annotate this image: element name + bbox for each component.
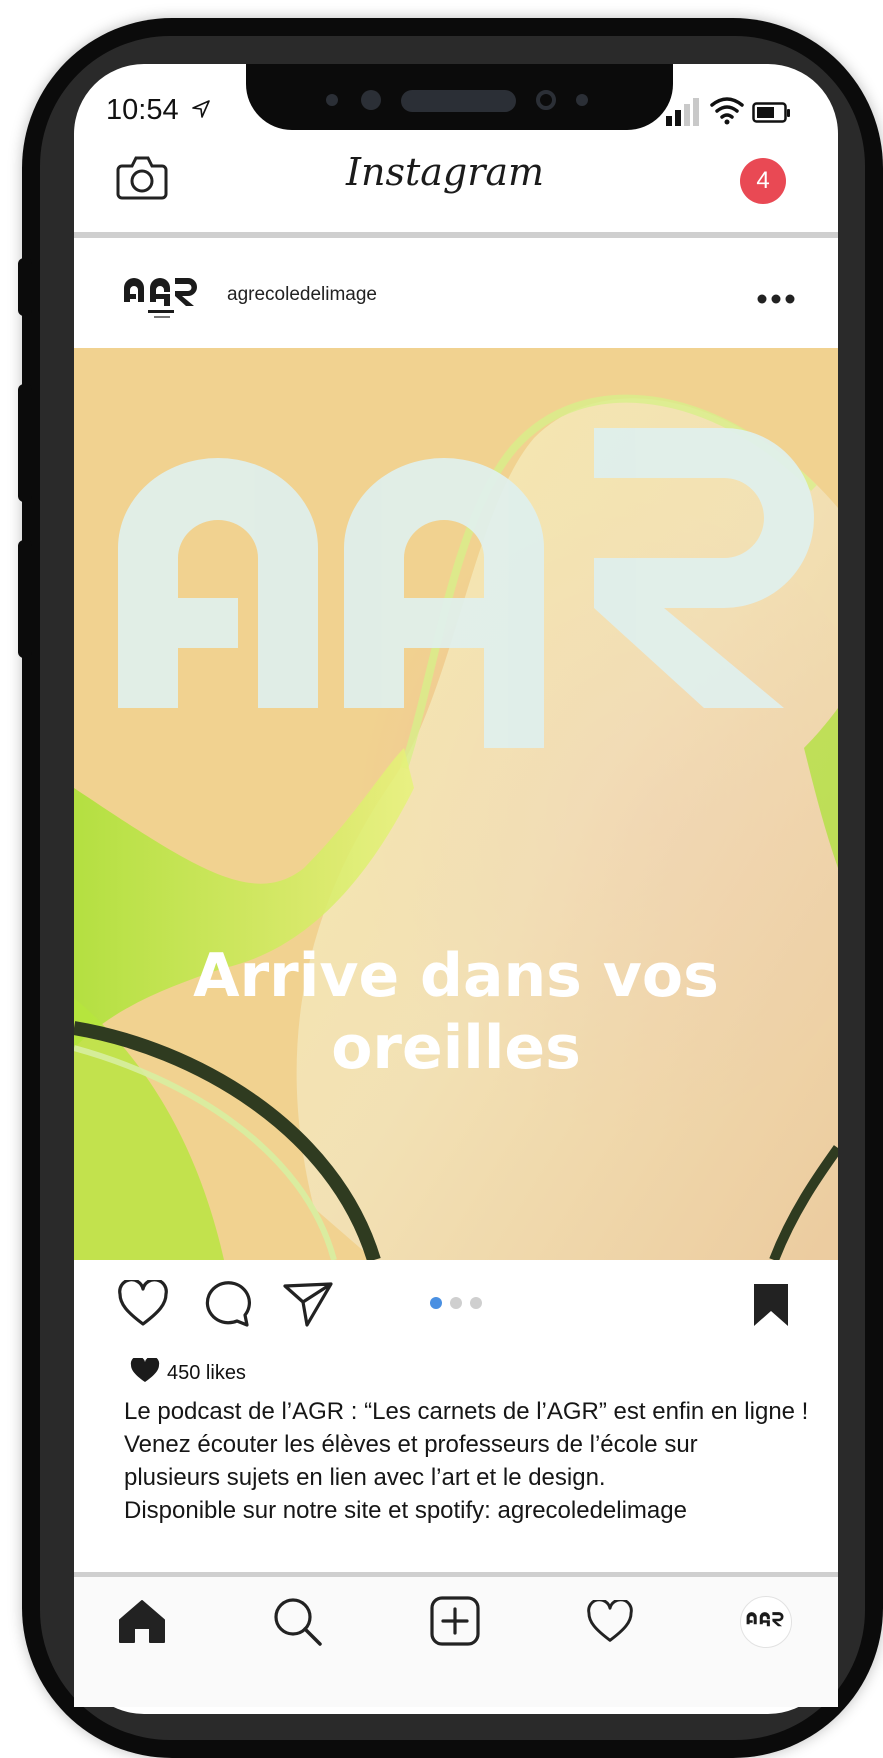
account-avatar-logo[interactable]: [120, 274, 204, 324]
notch-speaker: [401, 90, 516, 112]
volume-down-button: [18, 540, 32, 658]
carousel-dot: [430, 1297, 442, 1309]
profile-avatar[interactable]: [740, 1596, 792, 1648]
post-image-artwork: [74, 348, 838, 1260]
notch-sensor: [361, 90, 381, 110]
carousel-dot: [450, 1297, 462, 1309]
likes-count[interactable]: 450 likes: [167, 1362, 246, 1385]
notification-badge[interactable]: 4: [740, 158, 786, 204]
more-options-icon[interactable]: [756, 293, 796, 305]
image-headline-line2: oreilles: [331, 1013, 581, 1083]
share-icon[interactable]: [282, 1280, 334, 1328]
home-icon[interactable]: [118, 1598, 166, 1644]
notch-camera: [536, 90, 556, 110]
camera-icon[interactable]: [116, 154, 168, 200]
battery-icon: [752, 102, 790, 123]
add-icon[interactable]: [430, 1596, 480, 1646]
bookmark-icon[interactable]: [752, 1282, 790, 1328]
cellular-signal-icon: [666, 98, 699, 126]
heart-icon[interactable]: [117, 1280, 169, 1328]
post-caption: Le podcast de l’AGR : “Les carnets de l’…: [124, 1395, 824, 1527]
notch-sensor: [576, 94, 588, 106]
volume-up-button: [18, 384, 32, 502]
caption-line: Disponible sur notre site et spotify: ag…: [124, 1497, 687, 1524]
header-divider: [74, 232, 838, 238]
carousel-dot: [470, 1297, 482, 1309]
activity-heart-icon[interactable]: [586, 1600, 634, 1644]
location-arrow-icon: [192, 100, 210, 118]
likes-heart-icon: [130, 1358, 160, 1382]
notch-sensor: [326, 94, 338, 106]
status-time: 10:54: [106, 94, 179, 126]
mute-switch: [18, 258, 32, 316]
search-icon[interactable]: [272, 1596, 324, 1648]
comment-icon[interactable]: [201, 1278, 251, 1328]
image-headline-line1: Arrive dans vos: [193, 941, 719, 1011]
wifi-icon: [710, 97, 744, 125]
notch: [246, 64, 673, 130]
post-username[interactable]: agrecoledelimage: [227, 284, 377, 306]
profile-avatar-logo-icon: [746, 1612, 784, 1627]
caption-line: plusieurs sujets en lien avec l’art et l…: [124, 1464, 606, 1491]
post-image[interactable]: Arrive dans vos oreilles: [74, 348, 838, 1260]
caption-line: Venez écouter les élèves et professeurs …: [124, 1431, 698, 1458]
app-title: Instagram: [345, 150, 545, 194]
post-actions: [74, 1262, 838, 1356]
caption-line: Le podcast de l’AGR : “Les carnets de l’…: [124, 1398, 809, 1425]
